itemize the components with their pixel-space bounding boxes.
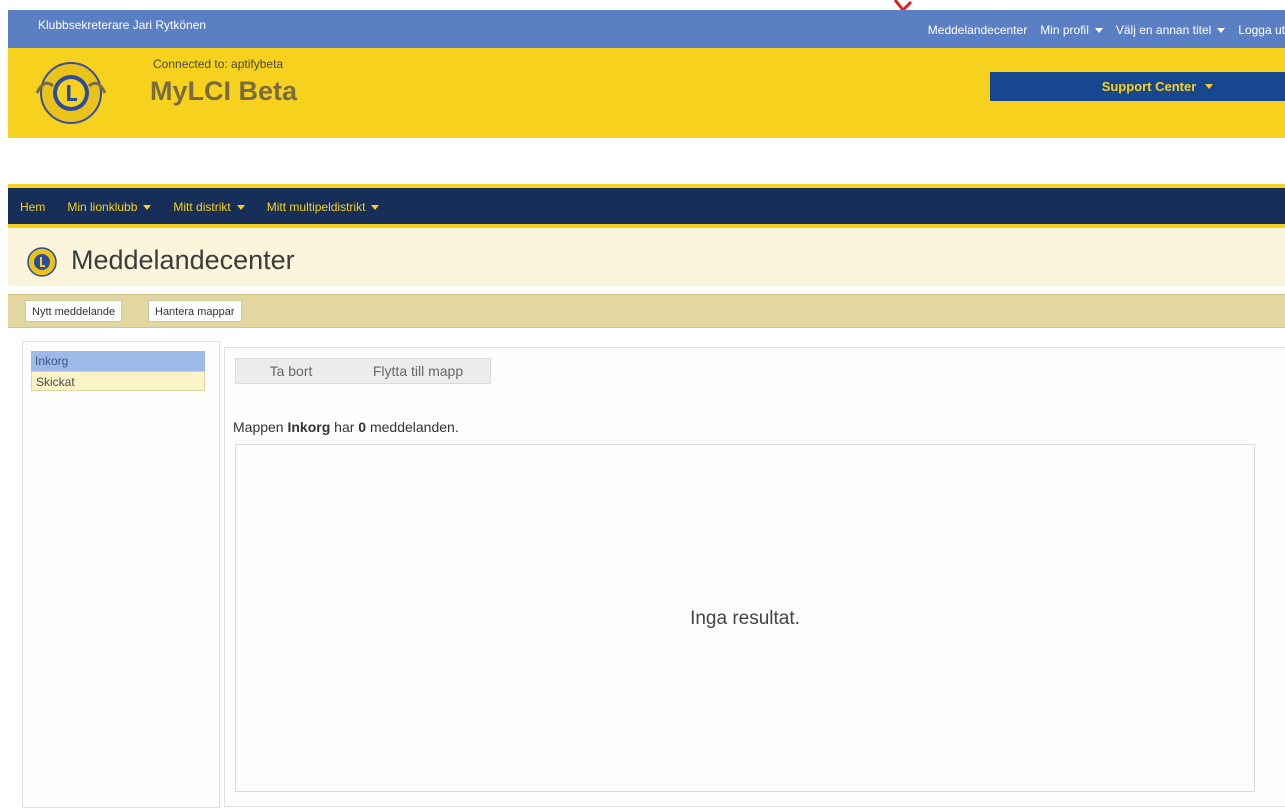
move-to-folder-button[interactable]: Flytta till mapp xyxy=(346,359,490,383)
lions-logo xyxy=(35,62,107,124)
toolbar: Nytt meddelande Hantera mappar xyxy=(8,294,1285,328)
top-bar: Klubbsekreterare Jari Rytkönen Meddeland… xyxy=(8,10,1285,48)
site-header: Connected to: aptifybeta MyLCI Beta Supp… xyxy=(8,48,1285,138)
new-message-button[interactable]: Nytt meddelande xyxy=(25,300,123,322)
nav-my-multiple-district[interactable]: Mitt multipeldistrikt xyxy=(267,200,380,214)
menu-my-profile-label: Min profil xyxy=(1040,23,1089,37)
folder-inbox[interactable]: Inkorg xyxy=(31,351,205,371)
nav-my-district-label: Mitt distrikt xyxy=(173,200,231,214)
info-suffix: meddelanden. xyxy=(369,419,459,435)
nav-home[interactable]: Hem xyxy=(20,200,45,214)
main-navigation: Hem Min lionklubb Mitt distrikt Mitt mul… xyxy=(8,184,1285,228)
nav-my-club[interactable]: Min lionklubb xyxy=(67,200,152,214)
chevron-down-icon xyxy=(143,205,152,211)
info-middle: har xyxy=(334,419,355,435)
connected-to-label: Connected to: aptifybeta xyxy=(153,57,284,71)
delete-button[interactable]: Ta bort xyxy=(236,359,346,383)
folder-sidebar: Inkorg Skickat xyxy=(22,341,220,808)
user-title: Klubbsekreterare Jari Rytkönen xyxy=(38,18,207,32)
menu-choose-title[interactable]: Välj en annan titel xyxy=(1115,23,1226,37)
brand-title: MyLCI Beta xyxy=(150,76,298,106)
info-message-count: 0 xyxy=(358,419,367,435)
folder-sent[interactable]: Skickat xyxy=(31,371,205,391)
support-center-button[interactable]: Support Center xyxy=(990,72,1285,101)
support-center-label: Support Center xyxy=(1101,79,1197,94)
link-logout[interactable]: Logga ut xyxy=(1238,23,1285,37)
menu-choose-title-label: Välj en annan titel xyxy=(1115,23,1212,37)
link-message-center[interactable]: Meddelandecenter xyxy=(928,23,1027,37)
message-panel: Ta bort Flytta till mapp Mappen Inkorg h… xyxy=(224,347,1285,807)
lions-icon xyxy=(27,247,57,277)
info-prefix: Mappen xyxy=(233,419,284,435)
chevron-down-icon xyxy=(371,205,380,211)
message-list: Inga resultat. xyxy=(235,444,1255,792)
chevron-down-icon xyxy=(1205,84,1214,89)
no-results-text: Inga resultat. xyxy=(690,608,800,629)
menu-my-profile[interactable]: Min profil xyxy=(1040,23,1103,37)
page-title: Meddelandecenter xyxy=(71,245,295,275)
chevron-down-icon xyxy=(1094,28,1103,34)
chevron-down-icon xyxy=(1217,28,1226,34)
manage-folders-button[interactable]: Hantera mappar xyxy=(148,300,242,322)
info-folder-name: Inkorg xyxy=(287,419,331,435)
message-actions: Ta bort Flytta till mapp xyxy=(235,358,491,384)
page-title-band: Meddelandecenter xyxy=(8,228,1285,286)
chevron-down-icon xyxy=(236,205,245,211)
folder-info: Mappen Inkorg har 0 meddelanden. xyxy=(233,419,459,435)
top-links: Meddelandecenter Min profil Välj en anna… xyxy=(928,23,1285,37)
nav-my-district[interactable]: Mitt distrikt xyxy=(173,200,245,214)
nav-my-multiple-district-label: Mitt multipeldistrikt xyxy=(266,200,366,214)
nav-my-club-label: Min lionklubb xyxy=(67,200,138,214)
